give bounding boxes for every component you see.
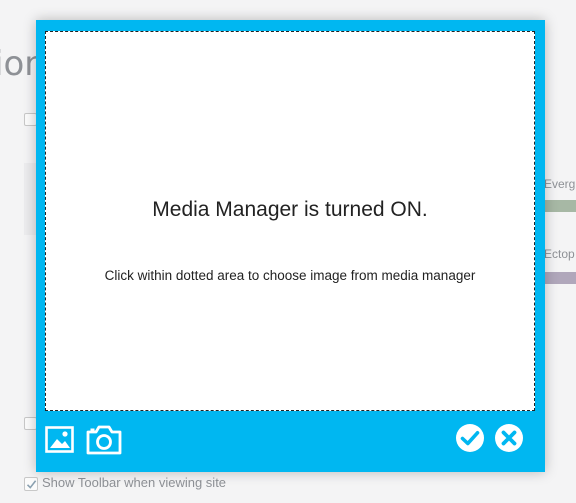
dialog-title: Media Manager is turned ON. bbox=[152, 198, 428, 221]
confirm-button[interactable] bbox=[454, 422, 486, 454]
dialog-hint: Click within dotted area to choose image… bbox=[104, 268, 476, 283]
media-drop-area[interactable]: Media Manager is turned ON. Click within… bbox=[45, 31, 535, 411]
image-button[interactable] bbox=[45, 425, 75, 455]
media-manager-dialog: Media Manager is turned ON. Click within… bbox=[36, 20, 545, 472]
background-side-label: Everg bbox=[544, 177, 576, 191]
background-side-label: Ectop bbox=[544, 247, 575, 261]
cancel-x-icon bbox=[495, 424, 523, 452]
camera-icon bbox=[86, 425, 122, 455]
show-toolbar-checkbox[interactable] bbox=[24, 477, 38, 491]
camera-button[interactable] bbox=[85, 424, 123, 456]
cancel-button[interactable] bbox=[493, 422, 525, 454]
background-color-bar bbox=[544, 272, 576, 284]
confirm-check-icon bbox=[456, 424, 484, 452]
image-icon bbox=[45, 426, 74, 453]
checkmark-icon bbox=[26, 479, 36, 489]
background-color-bar bbox=[544, 200, 576, 212]
show-toolbar-label: Show Toolbar when viewing site bbox=[42, 475, 227, 490]
